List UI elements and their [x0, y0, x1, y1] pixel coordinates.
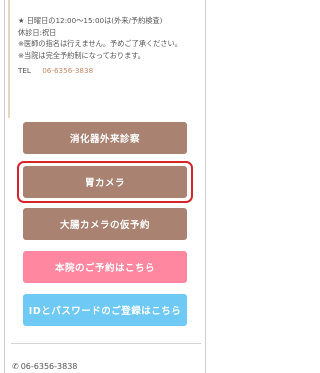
clinic-info-box: ★ 日曜日の12:00～15:00は(外来/予約検査) 休診日:祝日 ※医師の指… — [8, 0, 202, 118]
colonoscopy-button[interactable]: 大腸カメラの仮予約 — [23, 208, 187, 240]
hours-note: ★ 日曜日の12:00～15:00は(外来/予約検査) — [18, 16, 163, 25]
footer-tel-number: 06-6356-3838 — [20, 362, 78, 371]
tel-line: TEL 06-6356-3838 — [18, 65, 198, 77]
gastroscopy-button[interactable]: 胃カメラ — [23, 166, 187, 198]
tel-link[interactable]: 06-6356-3838 — [42, 66, 93, 75]
footer-divider — [11, 343, 201, 344]
closed-days: 休診日:祝日 — [18, 27, 57, 37]
doctor-note: ※医師の指名は行えません。予めご了承ください。 — [18, 39, 182, 48]
phone-icon: ✆ — [12, 362, 19, 371]
main-clinic-button[interactable]: 本院のご予約はこちら — [23, 251, 187, 283]
tel-label: TEL — [18, 66, 31, 75]
page-frame: ★ 日曜日の12:00～15:00は(外来/予約検査) 休診日:祝日 ※医師の指… — [4, 0, 206, 373]
footer-tel-link[interactable]: ✆ 06-6356-3838 — [12, 362, 77, 371]
id-registration-button[interactable]: IDとパスワードのご登録はこちら — [23, 294, 187, 326]
reservation-note: ※当院は完全予約制になっております。 — [18, 50, 145, 60]
outpatient-button[interactable]: 消化器外来診察 — [23, 122, 187, 154]
